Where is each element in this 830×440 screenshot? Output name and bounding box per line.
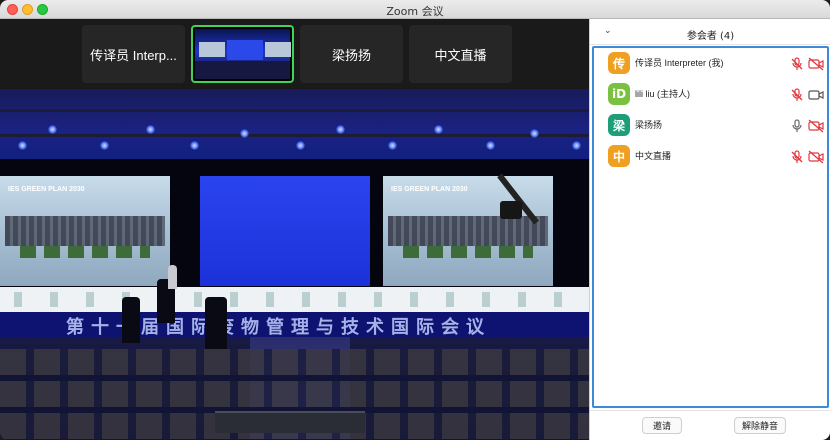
control-desk [215, 411, 365, 433]
participants-header: ⌄ 参会者 (4) [590, 19, 830, 45]
participant-row[interactable]: 梁 梁扬扬 [594, 110, 827, 141]
thumbnail-video-feed [195, 29, 291, 79]
center-led-screen [200, 176, 370, 286]
sponsor-logos [0, 292, 589, 307]
video-off-icon[interactable] [808, 150, 824, 164]
microphone-muted-icon[interactable] [790, 57, 804, 71]
participant-name: lili liu (主持人) [635, 89, 690, 99]
microphone-muted-icon[interactable] [790, 88, 804, 102]
stage-light [18, 141, 27, 150]
stage-light [388, 141, 397, 150]
thumbnail-chinese-live[interactable]: 中文直播 [409, 25, 512, 83]
video-area: 传译员 Interp... 梁扬扬 中文直播 IES GREEN PLAN 20… [0, 19, 589, 440]
zoom-window: Zoom 会议 传译员 Interp... 梁扬扬 中文直播 IES GREEN… [0, 0, 830, 440]
avatar: iD [608, 83, 630, 105]
thumbnail-liang-yangyang[interactable]: 梁扬扬 [300, 25, 403, 83]
participant-name: 传译员 Interpreter (我) [635, 58, 724, 68]
unmute-all-button[interactable]: 解除静音 [734, 417, 786, 434]
thumbnail-lili-liu-video[interactable] [191, 25, 294, 83]
screen-heading: IES GREEN PLAN 2030 [391, 186, 468, 193]
participants-title: 参会者 (4) [686, 31, 735, 42]
person-silhouette [205, 297, 227, 349]
stage-light [530, 129, 539, 138]
left-led-screen: IES GREEN PLAN 2030 [0, 176, 170, 286]
stage-light [572, 141, 581, 150]
stage-light [434, 125, 443, 134]
person-silhouette [122, 297, 140, 343]
microphone-icon[interactable] [790, 119, 804, 133]
stage-light [48, 125, 57, 134]
thumbnail-label: 中文直播 [434, 47, 487, 63]
camera-icon [500, 201, 522, 219]
thumbnail-label: 梁扬扬 [331, 47, 371, 63]
video-off-icon[interactable] [808, 119, 824, 133]
participant-list[interactable]: 传 传译员 Interpreter (我) iD lili liu (主持人) … [592, 46, 829, 408]
participants-panel: ⌄ 参会者 (4) 传 传译员 Interpreter (我) iD lili … [589, 19, 830, 440]
video-on-icon[interactable] [808, 88, 824, 102]
microphone-muted-icon[interactable] [790, 150, 804, 164]
main-video-feed[interactable]: IES GREEN PLAN 2030 IES GREEN PLAN 2030 … [0, 89, 589, 440]
stage-light [486, 141, 495, 150]
participant-row[interactable]: iD lili liu (主持人) [594, 79, 827, 110]
invite-button[interactable]: 邀请 [642, 417, 682, 434]
avatar: 传 [608, 52, 630, 74]
thumbnail-interpreter[interactable]: 传译员 Interp... [82, 25, 185, 83]
participants-footer: 邀请 解除静音 [590, 410, 830, 440]
stage-light [240, 129, 249, 138]
thumbnail-label: 传译员 Interp... [90, 47, 177, 63]
avatar: 梁 [608, 114, 630, 136]
right-led-screen: IES GREEN PLAN 2030 [383, 176, 553, 286]
stage-light [190, 141, 199, 150]
title-bar: Zoom 会议 [0, 0, 830, 19]
avatar: 中 [608, 145, 630, 167]
video-off-icon[interactable] [808, 57, 824, 71]
video-thumbnail-strip: 传译员 Interp... 梁扬扬 中文直播 [82, 25, 512, 83]
stage-light [146, 125, 155, 134]
stage-light [336, 125, 345, 134]
podium [168, 265, 177, 289]
screen-heading: IES GREEN PLAN 2030 [8, 186, 85, 193]
stage-lighting-rig [0, 89, 589, 159]
stage-light [100, 141, 109, 150]
participant-row[interactable]: 中 中文直播 [594, 141, 827, 172]
stage-light [296, 141, 305, 150]
participant-name: 梁扬扬 [635, 120, 663, 130]
participant-name: 中文直播 [635, 151, 672, 161]
window-title: Zoom 会议 [386, 5, 444, 18]
participant-row[interactable]: 传 传译员 Interpreter (我) [594, 48, 827, 79]
